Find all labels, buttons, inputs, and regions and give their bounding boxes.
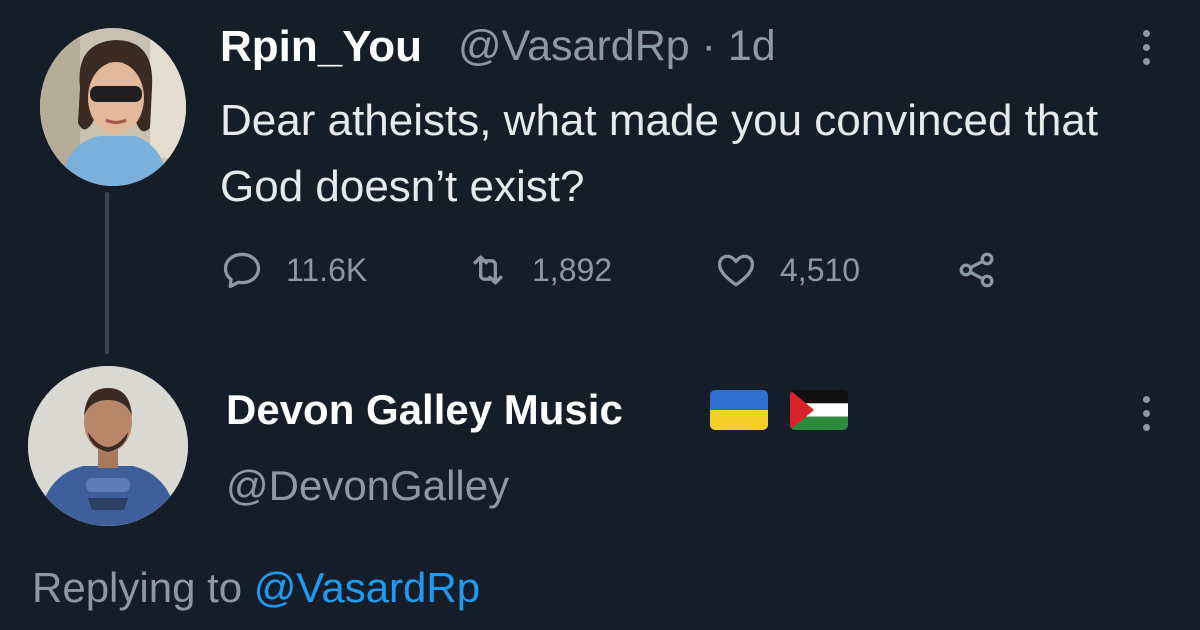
retweet-icon <box>473 255 503 285</box>
reply-author-name[interactable]: Devon Galley Music <box>226 386 623 434</box>
ukraine-flag-icon <box>710 390 768 430</box>
like-count: 4,510 <box>780 251 861 288</box>
replying-to: Replying to @VasardRp <box>32 564 480 612</box>
reply-author-avatar[interactable] <box>28 366 188 526</box>
avatar-photo <box>40 28 186 186</box>
more-options-icon[interactable] <box>1143 396 1153 438</box>
heart-icon <box>717 254 755 287</box>
retweet-button[interactable]: 1,892 <box>466 248 612 292</box>
reply-button[interactable]: 11.6K <box>220 248 367 292</box>
reply-count: 11.6K <box>286 251 368 288</box>
like-button[interactable]: 4,510 <box>714 248 860 292</box>
retweet-count: 1,892 <box>532 251 613 288</box>
palestine-flag-icon <box>790 390 848 430</box>
thread-connector <box>105 192 109 354</box>
author-name[interactable]: Rpin_You <box>220 22 422 72</box>
more-options-icon[interactable] <box>1143 30 1153 72</box>
author-handle-time[interactable]: @VasardRp · 1d <box>458 22 776 71</box>
share-icon <box>959 252 994 288</box>
replying-to-mention[interactable]: @VasardRp <box>254 564 480 611</box>
author-avatar[interactable] <box>40 28 186 186</box>
tweet-actions: 11.6K 1,892 4,510 <box>220 248 1020 298</box>
replying-to-label: Replying to <box>32 564 243 611</box>
avatar-photo <box>28 366 188 526</box>
reply-icon <box>223 252 261 289</box>
share-button[interactable] <box>955 248 1021 292</box>
reply-author-handle[interactable]: @DevonGalley <box>226 462 509 510</box>
tweet-text: Dear atheists, what made you convinced t… <box>220 96 1099 211</box>
